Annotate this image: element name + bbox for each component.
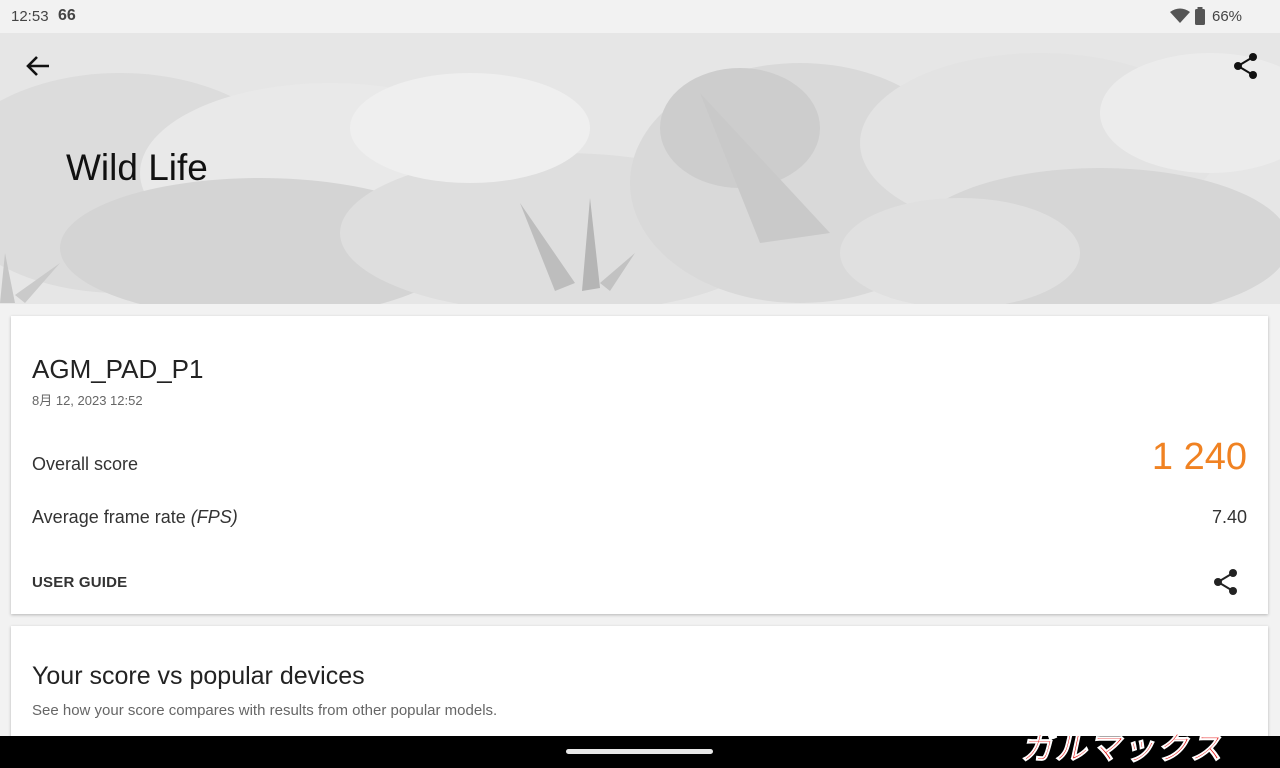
battery-percent: 66% — [1212, 8, 1243, 25]
header-share-button[interactable] — [1226, 46, 1266, 86]
result-card: AGM_PAD_P1 8月 12, 2023 12:52 Overall sco… — [11, 316, 1268, 614]
device-name: AGM_PAD_P1 — [32, 354, 204, 384]
watermark-text: ガルマックス — [1019, 729, 1230, 766]
page-title: Wild Life — [66, 147, 208, 188]
status-time: 12:53 — [11, 8, 49, 25]
fps-label-text: Average frame rate — [32, 507, 191, 527]
result-date: 8月 12, 2023 12:52 — [32, 393, 143, 408]
overall-score-value: 1 240 — [1151, 436, 1247, 478]
status-bar: 12:53 66 66% — [0, 0, 1280, 33]
compare-title: Your score vs popular devices — [32, 662, 365, 690]
fps-value: 7.40 — [1211, 507, 1247, 527]
overall-score-label: Overall score — [32, 454, 139, 474]
home-gesture-handle[interactable] — [566, 749, 713, 754]
fps-label: Average frame rate (FPS) — [32, 507, 238, 528]
user-guide-button[interactable]: USER GUIDE — [32, 574, 127, 591]
watermark-logo: ガルマックス — [1019, 729, 1231, 766]
compare-subtitle: See how your score compares with results… — [32, 702, 498, 719]
wifi-icon — [1170, 8, 1190, 28]
result-share-button[interactable] — [1206, 562, 1246, 602]
arrow-left-icon — [26, 56, 49, 76]
hero-banner: Wild Life — [0, 33, 1280, 304]
battery-icon — [1194, 7, 1206, 29]
back-button[interactable] — [18, 46, 58, 86]
notification-icon: 66 — [58, 7, 76, 24]
share-icon — [1214, 569, 1237, 595]
share-icon — [1234, 53, 1257, 79]
fps-unit: (FPS) — [190, 507, 238, 527]
